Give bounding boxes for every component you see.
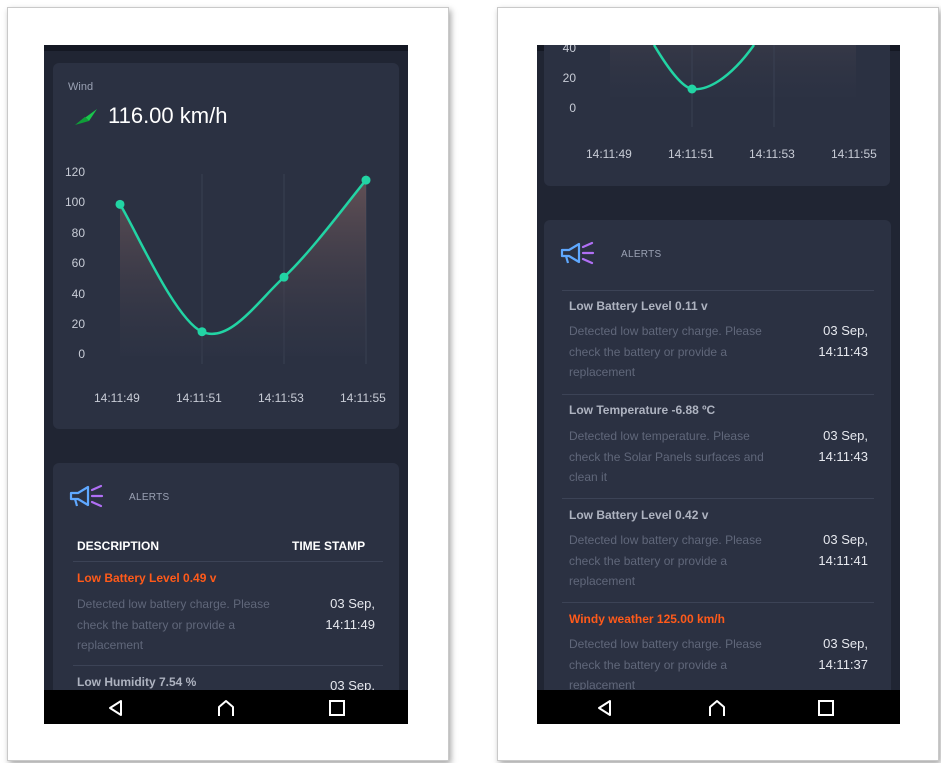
alert-date: 03 Sep, — [823, 428, 868, 443]
alert-description: Detected low battery charge. Please chec… — [569, 533, 762, 588]
recents-icon[interactable] — [327, 698, 347, 718]
alert-time: 14:11:37 — [818, 656, 868, 672]
recents-icon[interactable] — [816, 698, 836, 718]
chart-area-fill — [120, 180, 366, 356]
alert-time: 14:11:49 — [325, 616, 375, 632]
wind-chart — [115, 174, 371, 364]
alert-timestamp: 03 Sep, 14:11:49 — [305, 594, 375, 635]
alert-title: Low Battery Level 0.49 v — [77, 571, 217, 585]
alert-timestamp: 03 Sep, 14:11:41 — [798, 530, 868, 571]
back-icon[interactable] — [106, 698, 126, 718]
alert-timestamp: 03 Sep, 14:11:37 — [798, 634, 868, 675]
data-point — [361, 175, 371, 185]
alert-title: Low Humidity 7.54 % — [77, 675, 197, 689]
column-header-description: DESCRIPTION — [77, 539, 160, 553]
alert-time: 14:11:43 — [818, 448, 868, 464]
alert-date: 03 Sep, — [330, 596, 375, 611]
phone-screen-left: Wind 116.00 km/h 120 100 80 60 40 20 0 1… — [44, 45, 408, 724]
x-tick-label: 14:11:49 — [586, 147, 632, 161]
x-tick-label: 14:11:53 — [258, 391, 304, 405]
home-icon[interactable] — [707, 698, 727, 718]
alert-description: Detected low battery charge. Please chec… — [569, 324, 762, 379]
phone-screen-right: 40 20 0 14:11:49 14:11:51 14:11:53 14:11… — [537, 45, 900, 724]
wind-card: Wind 116.00 km/h 120 100 80 60 40 20 0 1… — [53, 63, 399, 429]
alert-time: 14:11:41 — [818, 552, 868, 568]
megaphone-icon — [69, 484, 104, 508]
alerts-title: ALERTS — [621, 249, 662, 260]
divider — [562, 498, 874, 499]
column-header-timestamp: TIME STAMP — [292, 539, 366, 553]
alert-description: Detected low battery charge. Please chec… — [77, 597, 270, 652]
alert-description: Detected low battery charge. Please chec… — [569, 637, 762, 692]
megaphone-icon — [560, 241, 595, 265]
alert-title: Low Battery Level 0.11 v — [569, 299, 708, 313]
x-tick-label: 14:11:51 — [668, 147, 714, 161]
alert-time: 14:11:43 — [818, 343, 868, 359]
alert-timestamp: 03 Sep, 14:11:43 — [798, 321, 868, 362]
x-tick-label: 14:11:51 — [176, 391, 222, 405]
alert-date: 03 Sep, — [823, 532, 868, 547]
x-tick-label: 14:11:55 — [340, 391, 386, 405]
data-point — [115, 199, 125, 209]
alert-title: Windy weather 125.00 km/h — [569, 612, 725, 626]
alerts-title: ALERTS — [129, 492, 170, 503]
alerts-card: ALERTS Low Battery Level 0.11 v Detected… — [544, 220, 891, 724]
alert-timestamp: 03 Sep, 14:11:43 — [798, 426, 868, 467]
x-tick-label: 14:11:53 — [749, 147, 795, 161]
divider — [562, 394, 874, 395]
divider — [562, 290, 874, 291]
alerts-card: ALERTS DESCRIPTION TIME STAMP Low Batter… — [53, 463, 399, 724]
alert-description: Detected low temperature. Please check t… — [569, 429, 764, 484]
wind-chart-partial — [610, 45, 856, 127]
wind-card-scrolled: 40 20 0 14:11:49 14:11:51 14:11:53 14:11… — [544, 45, 890, 186]
x-tick-label: 14:11:55 — [831, 147, 877, 161]
data-point — [687, 84, 697, 94]
android-nav-bar — [44, 690, 408, 724]
alert-title: Low Temperature -6.88 ºC — [569, 403, 716, 417]
divider — [73, 665, 383, 666]
android-nav-bar — [537, 690, 900, 724]
status-bar — [44, 45, 408, 51]
alert-date: 03 Sep, — [823, 636, 868, 651]
x-tick-label: 14:11:49 — [94, 391, 140, 405]
home-icon[interactable] — [216, 698, 236, 718]
data-point — [197, 327, 207, 337]
back-icon[interactable] — [595, 698, 615, 718]
divider — [73, 561, 383, 562]
alert-title: Low Battery Level 0.42 v — [569, 508, 709, 522]
divider — [562, 602, 874, 603]
alert-date: 03 Sep, — [823, 323, 868, 338]
data-point — [279, 272, 289, 282]
